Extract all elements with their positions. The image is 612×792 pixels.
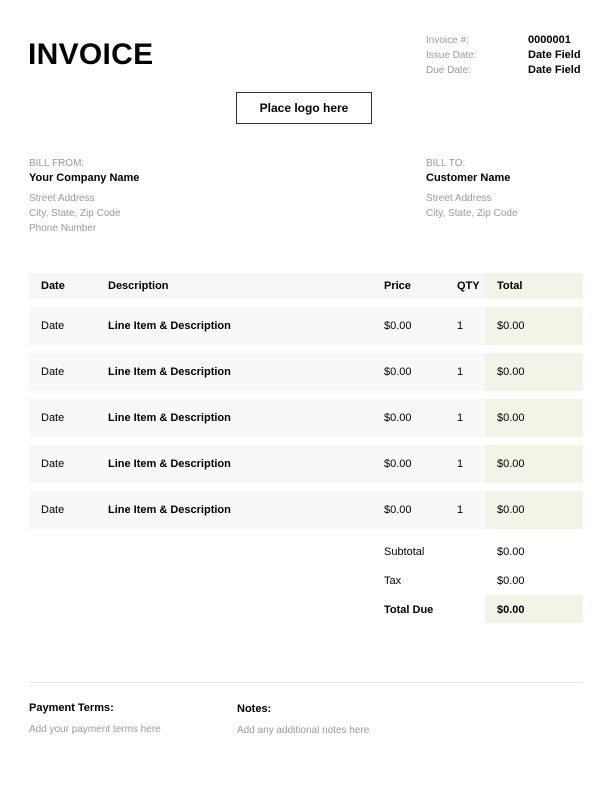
row-date: Date [41, 412, 65, 424]
table-header: Date Description Price QTY Total [29, 273, 583, 299]
table-row[interactable]: Date Line Item & Description $0.00 1 $0.… [29, 491, 583, 529]
row-price: $0.00 [384, 412, 412, 424]
bill-from-address: Street Address City, State, Zip Code Pho… [29, 191, 121, 236]
row-qty: 1 [457, 320, 464, 332]
row-date: Date [41, 458, 65, 470]
subtotal-label: Subtotal [384, 546, 425, 558]
issue-date-value: Date Field [528, 49, 581, 61]
issue-date-label: Issue Date: [426, 50, 477, 61]
bill-from-phone: Phone Number [29, 223, 97, 234]
table-row[interactable]: Date Line Item & Description $0.00 1 $0.… [29, 445, 583, 483]
bill-to-address: Street Address City, State, Zip Code [426, 191, 518, 221]
row-price: $0.00 [384, 458, 412, 470]
total-due-value: $0.00 [497, 604, 525, 616]
tax-label: Tax [384, 575, 402, 587]
row-total: $0.00 [485, 307, 583, 345]
row-description: Line Item & Description [108, 366, 231, 378]
header-date: Date [41, 280, 65, 292]
notes-text[interactable]: Add any additional notes here [237, 723, 369, 738]
table-row[interactable]: Date Line Item & Description $0.00 1 $0.… [29, 399, 583, 437]
header-description: Description [108, 280, 169, 292]
row-total: $0.00 [485, 491, 583, 529]
bill-to-name: Customer Name [426, 172, 511, 184]
bill-from-city: City, State, Zip Code [29, 208, 121, 219]
invoice-number-value: 0000001 [528, 34, 571, 46]
invoice-number-label: Invoice #: [426, 35, 469, 46]
row-description: Line Item & Description [108, 458, 231, 470]
line-items-table: Date Description Price QTY Total Date Li… [29, 273, 583, 529]
footer-divider [29, 682, 583, 683]
bill-from-name: Your Company Name [29, 172, 140, 184]
invoice-title: INVOICE [28, 38, 154, 71]
row-qty: 1 [457, 412, 464, 424]
row-qty: 1 [457, 504, 464, 516]
row-date: Date [41, 320, 65, 332]
table-row[interactable]: Date Line Item & Description $0.00 1 $0.… [29, 307, 583, 345]
row-qty: 1 [457, 366, 464, 378]
subtotal-value: $0.00 [497, 546, 525, 558]
due-date-label: Due Date: [426, 65, 472, 76]
header-qty: QTY [457, 280, 480, 292]
row-total: $0.00 [485, 399, 583, 437]
header-total: Total [485, 273, 583, 299]
header-price: Price [384, 280, 411, 292]
logo-placeholder[interactable]: Place logo here [236, 92, 372, 124]
total-due-label: Total Due [384, 604, 434, 616]
row-price: $0.00 [384, 320, 412, 332]
table-row[interactable]: Date Line Item & Description $0.00 1 $0.… [29, 353, 583, 391]
notes-title: Notes: [237, 703, 272, 715]
payment-terms-title: Payment Terms: [29, 702, 114, 714]
row-date: Date [41, 366, 65, 378]
bill-to-street: Street Address [426, 193, 492, 204]
row-total: $0.00 [485, 445, 583, 483]
bill-to-city: City, State, Zip Code [426, 208, 518, 219]
row-qty: 1 [457, 458, 464, 470]
bill-to-caption: BILL TO: [426, 158, 466, 169]
tax-value: $0.00 [497, 575, 525, 587]
row-description: Line Item & Description [108, 504, 231, 516]
bill-from-street: Street Address [29, 193, 95, 204]
row-price: $0.00 [384, 366, 412, 378]
row-price: $0.00 [384, 504, 412, 516]
row-total: $0.00 [485, 353, 583, 391]
row-description: Line Item & Description [108, 412, 231, 424]
payment-terms-text[interactable]: Add your payment terms here [29, 722, 161, 737]
bill-from-caption: BILL FROM: [29, 158, 85, 169]
due-date-value: Date Field [528, 64, 581, 76]
row-date: Date [41, 504, 65, 516]
row-description: Line Item & Description [108, 320, 231, 332]
